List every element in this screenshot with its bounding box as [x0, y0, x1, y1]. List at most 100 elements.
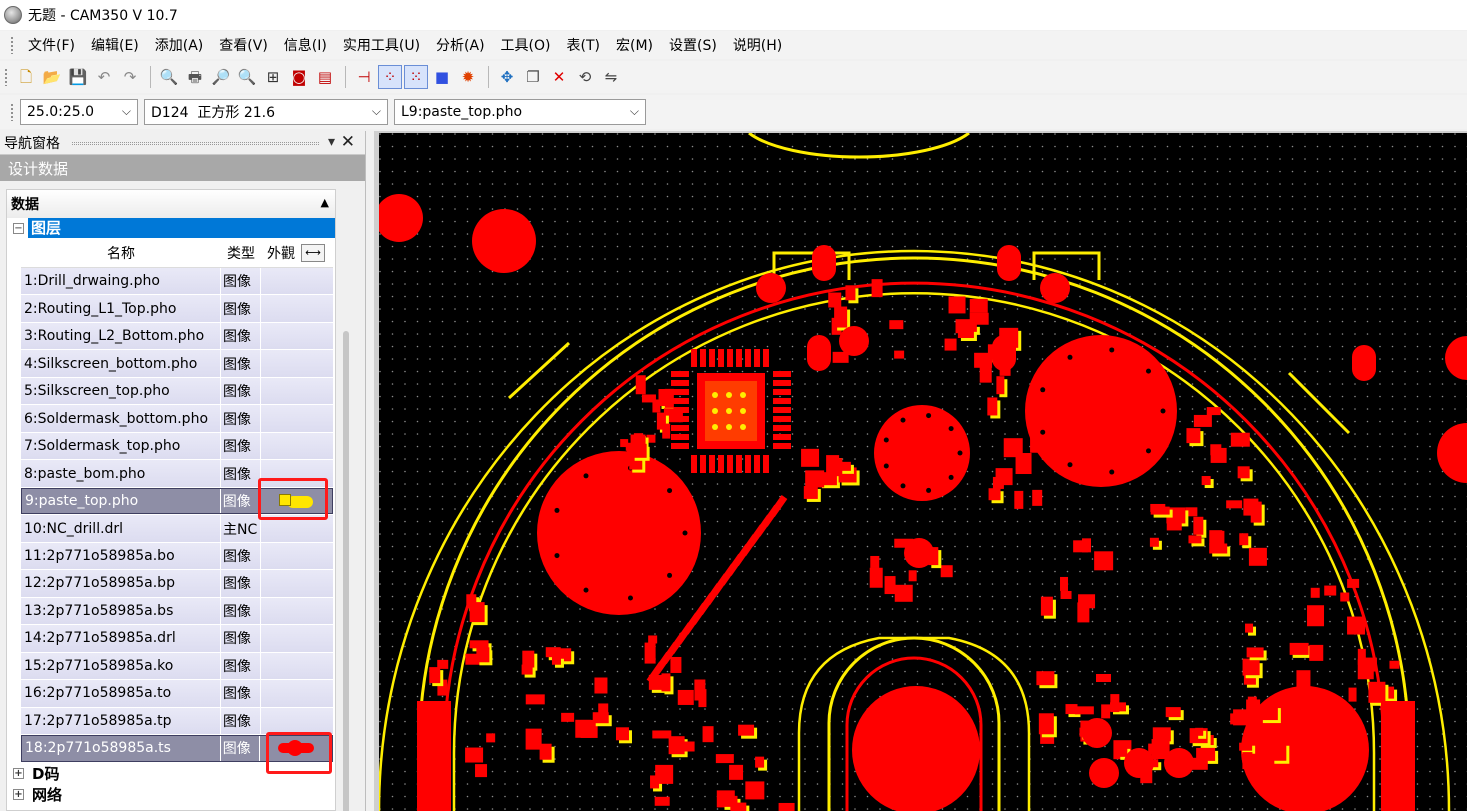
grid-dots-icon[interactable]: ⁙: [404, 65, 428, 89]
pcb-shape: [729, 764, 744, 780]
menubar-grip[interactable]: [10, 36, 14, 54]
grid-icon[interactable]: ⁘: [378, 65, 402, 89]
snap-icon[interactable]: ⊣: [352, 65, 376, 89]
layer-appearance[interactable]: [261, 433, 333, 459]
pcb-shape: [1309, 644, 1324, 661]
color-icon[interactable]: ■: [430, 65, 454, 89]
pcb-canvas[interactable]: [379, 133, 1467, 811]
pcb-shape: [691, 349, 697, 367]
layer-row[interactable]: 16:2p771o58985a.to 图像: [21, 680, 333, 707]
open-icon[interactable]: 📂: [40, 65, 64, 89]
combobar-grip[interactable]: [10, 103, 14, 121]
layers-icon[interactable]: ▤: [313, 65, 337, 89]
menu-item-5[interactable]: 实用工具(U): [335, 35, 428, 55]
pcb-shape: [874, 405, 970, 501]
menu-item-3[interactable]: 查看(V): [211, 35, 276, 55]
zoom-window-icon[interactable]: 🔍: [157, 65, 181, 89]
save-icon[interactable]: 💾: [66, 65, 90, 89]
toolbar-buttons: 🗋 📂 💾 ↶ ↷ 🔍 🖶 🔎 🔍 ⊞ ◙ ▤ ⊣ ⁘ ⁙ ■ ✹ ✥ ❐ ✕ ⟲ ⇋: [14, 65, 625, 89]
layer-row[interactable]: 4:Silkscreen_bottom.pho 图像: [21, 350, 333, 377]
undo-icon[interactable]: ↶: [92, 65, 116, 89]
pcb-shape: [900, 483, 906, 489]
collapse-up-icon[interactable]: ▲: [321, 196, 329, 209]
layer-appearance[interactable]: [261, 625, 333, 651]
layer-appearance[interactable]: [261, 295, 333, 321]
layer-appearance[interactable]: [261, 570, 333, 596]
toolbar-grip[interactable]: [4, 68, 8, 86]
nav-scrollbar[interactable]: [343, 331, 349, 811]
rotate-icon[interactable]: ⟲: [573, 65, 597, 89]
mirror-icon[interactable]: ⇋: [599, 65, 623, 89]
layer-row[interactable]: 1:Drill_drwaing.pho 图像: [21, 268, 333, 295]
plus-icon[interactable]: +: [13, 788, 24, 800]
pcb-shape: [667, 488, 673, 494]
column-settings-icon[interactable]: ⟷: [301, 243, 325, 262]
grid-combo[interactable]: 25.0:25.0 ⌵: [20, 99, 138, 125]
pcb-shape: [1324, 585, 1337, 596]
dcode-combo[interactable]: D124 正方形 21.6 ⌵: [144, 99, 388, 125]
layer-row[interactable]: 5:Silkscreen_top.pho 图像: [21, 377, 333, 405]
pcb-shape: [755, 756, 765, 768]
layer-appearance[interactable]: [261, 405, 333, 431]
layer-row[interactable]: 17:2p771o58985a.tp 图像: [21, 707, 333, 735]
layer-combo[interactable]: L9:paste_top.pho ⌵: [394, 99, 646, 125]
layers-node[interactable]: − 图层: [7, 218, 335, 238]
menu-item-2[interactable]: 添加(A): [147, 35, 212, 55]
close-icon[interactable]: ✕: [341, 132, 355, 152]
menu-item-6[interactable]: 分析(A): [428, 35, 493, 55]
redo-icon[interactable]: ↷: [118, 65, 142, 89]
pcb-shape: [525, 694, 545, 705]
menu-item-7[interactable]: 工具(O): [493, 35, 559, 55]
layer-appearance[interactable]: [261, 653, 333, 679]
chevron-down-icon[interactable]: ⌵: [630, 104, 639, 119]
zoom-out-icon[interactable]: 🔍: [235, 65, 259, 89]
layer-row[interactable]: 14:2p771o58985a.drl 图像: [21, 625, 333, 652]
layer-row[interactable]: 12:2p771o58985a.bp 图像: [21, 570, 333, 597]
chevron-down-icon[interactable]: ⌵: [122, 104, 131, 119]
layer-appearance[interactable]: [261, 323, 333, 349]
menu-item-10[interactable]: 设置(S): [661, 35, 725, 55]
menu-item-0[interactable]: 文件(F): [20, 35, 83, 55]
layer-appearance[interactable]: [261, 680, 333, 706]
layer-appearance[interactable]: [261, 708, 333, 734]
new-icon[interactable]: 🗋: [14, 65, 38, 89]
delete-icon[interactable]: ✕: [547, 65, 571, 89]
layer-row[interactable]: 15:2p771o58985a.ko 图像: [21, 652, 333, 680]
column-look[interactable]: 外觀: [261, 243, 301, 263]
layer-appearance[interactable]: [261, 268, 333, 294]
pcb-shape: [894, 584, 913, 602]
layer-row[interactable]: 3:Routing_L2_Bottom.pho 图像: [21, 322, 333, 350]
layer-row[interactable]: 13:2p771o58985a.bs 图像: [21, 597, 333, 625]
pin-icon[interactable]: ▾: [328, 134, 335, 150]
zoom-in-icon[interactable]: 🔎: [209, 65, 233, 89]
design-data-strip[interactable]: 设计数据: [0, 155, 365, 181]
menu-item-11[interactable]: 说明(H): [725, 35, 790, 55]
layer-appearance[interactable]: [261, 543, 333, 569]
layer-appearance[interactable]: [261, 350, 333, 376]
menu-item-4[interactable]: 信息(I): [276, 35, 335, 55]
layer-appearance[interactable]: [261, 378, 333, 404]
layer-row[interactable]: 2:Routing_L1_Top.pho 图像: [21, 295, 333, 322]
zoom-fit-icon[interactable]: ⊞: [261, 65, 285, 89]
copy-icon[interactable]: ❐: [521, 65, 545, 89]
menu-item-9[interactable]: 宏(M): [608, 35, 661, 55]
layer-row[interactable]: 11:2p771o58985a.bo 图像: [21, 542, 333, 570]
chevron-down-icon[interactable]: ⌵: [372, 104, 381, 119]
move-icon[interactable]: ✥: [495, 65, 519, 89]
layer-row[interactable]: 6:Soldermask_bottom.pho 图像: [21, 405, 333, 432]
print-icon[interactable]: 🖶: [183, 65, 207, 89]
menu-item-8[interactable]: 表(T): [559, 35, 608, 55]
plus-icon[interactable]: +: [13, 767, 24, 779]
nav-pane-drag-handle[interactable]: [72, 142, 319, 145]
minus-icon[interactable]: −: [13, 222, 24, 234]
menu-item-1[interactable]: 编辑(E): [83, 35, 147, 55]
pcb-shape: [805, 470, 825, 488]
layer-row[interactable]: 7:Soldermask_top.pho 图像: [21, 432, 333, 460]
column-type[interactable]: 类型: [221, 243, 261, 263]
redraw-icon[interactable]: ◙: [287, 65, 311, 89]
pcb-shape: [957, 450, 963, 456]
highlight-icon[interactable]: ✹: [456, 65, 480, 89]
tree-node[interactable]: + 网络: [7, 784, 335, 805]
column-name[interactable]: 名称: [21, 243, 221, 263]
layer-appearance[interactable]: [261, 598, 333, 624]
